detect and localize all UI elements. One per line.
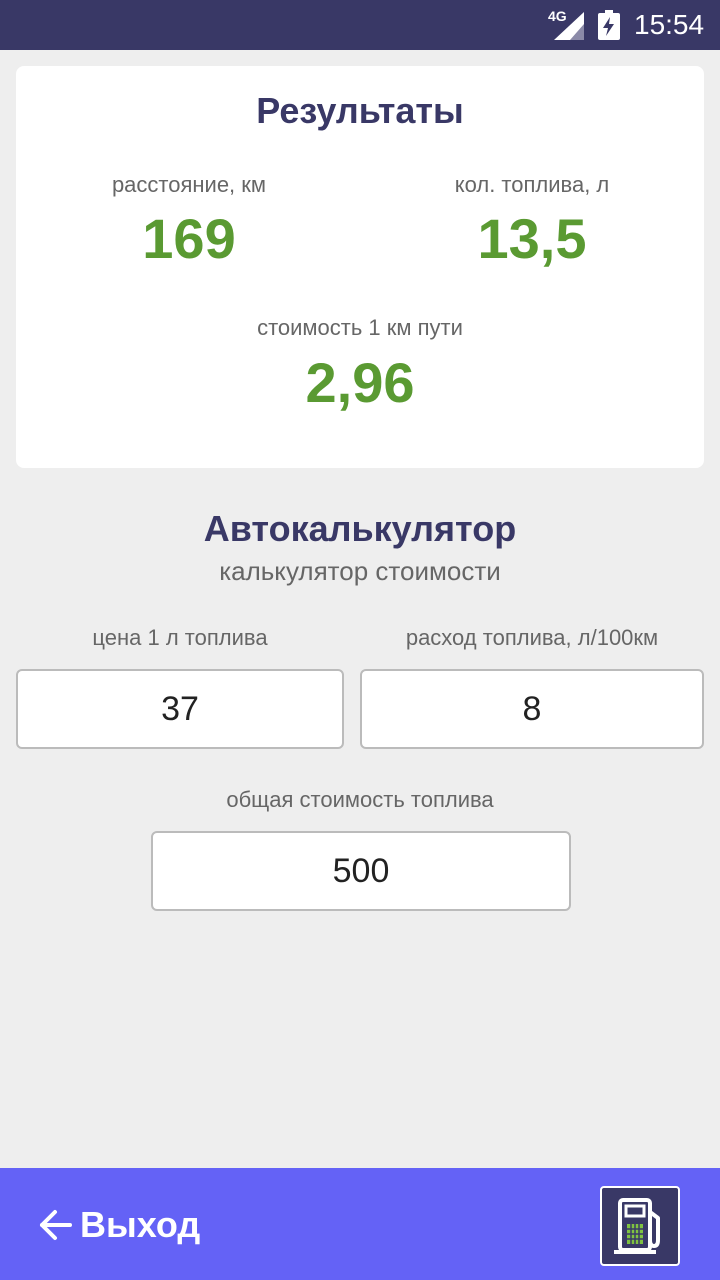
network-type-label: 4G [548, 8, 567, 24]
total-cost-input[interactable] [151, 831, 571, 911]
arrow-left-icon [40, 1210, 72, 1240]
exit-label: Выход [80, 1204, 201, 1245]
consumption-label: расход топлива, л/100км [405, 625, 659, 650]
results-title: Результаты [256, 90, 464, 131]
results-card: Результаты расстояние, км 169 кол. топли… [16, 66, 704, 468]
fuel-price-input[interactable] [16, 669, 344, 749]
distance-value: 169 [142, 207, 236, 270]
fuel-calculator-button[interactable] [600, 1186, 680, 1266]
bottom-bar: Выход [0, 1168, 720, 1280]
total-cost-label: общая стоимость топлива [226, 787, 494, 812]
fuel-amount-value: 13,5 [477, 207, 587, 270]
consumption-input[interactable] [360, 669, 704, 749]
fuel-amount-label: кол. топлива, л [454, 172, 610, 197]
cell-signal-icon: 4G [548, 8, 584, 40]
app-title: Автокалькулятор [203, 508, 517, 549]
cost-per-km-label: стоимость 1 км пути [257, 315, 463, 340]
fuel-pump-calculator-icon [614, 1198, 660, 1254]
distance-label: расстояние, км [111, 172, 267, 197]
exit-button[interactable]: Выход [36, 1198, 200, 1252]
status-bar: 4G 15:54 [0, 0, 720, 50]
battery-charging-icon [597, 10, 621, 40]
fuel-price-label: цена 1 л топлива [92, 625, 268, 650]
app-subtitle: калькулятор стоимости [219, 556, 501, 586]
status-time: 15:54 [634, 9, 705, 40]
cost-per-km-value: 2,96 [305, 351, 415, 414]
